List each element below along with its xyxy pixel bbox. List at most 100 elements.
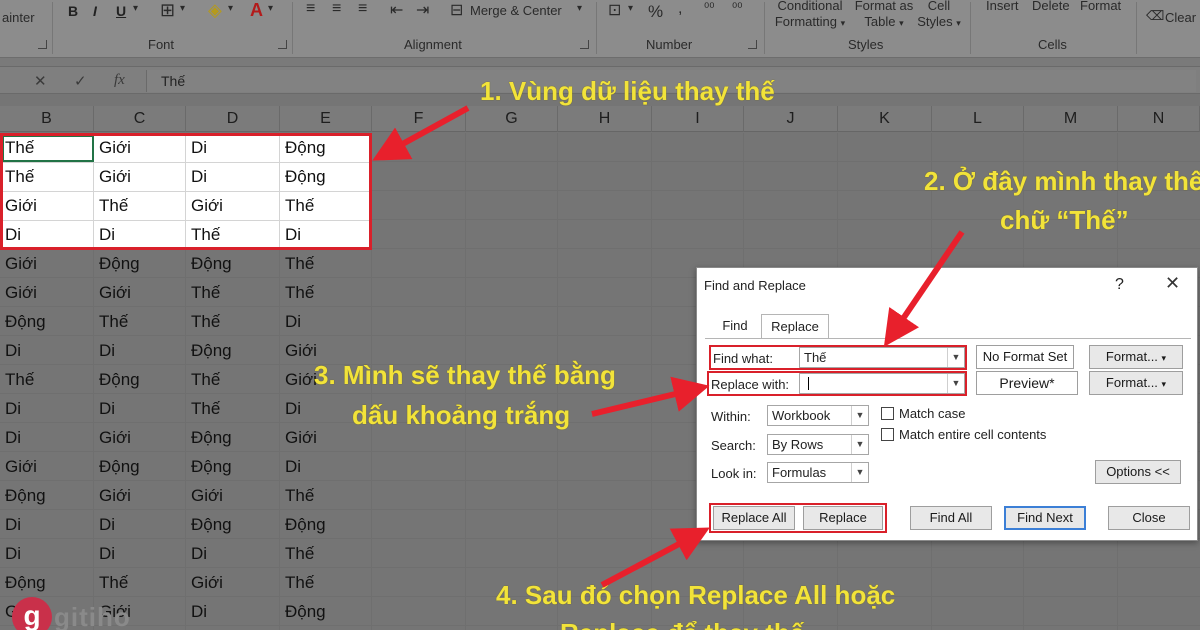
cell[interactable]: Giới xyxy=(186,481,280,510)
cell[interactable]: Di xyxy=(94,510,186,539)
column-header-b[interactable]: B xyxy=(0,106,94,132)
cell[interactable]: Thế xyxy=(280,481,372,510)
cell[interactable]: Di xyxy=(280,452,372,481)
find-all-button[interactable]: Find All xyxy=(910,506,992,530)
search-select[interactable]: By Rows ▼ xyxy=(767,434,869,455)
column-header-i[interactable]: I xyxy=(652,106,744,132)
close-icon[interactable]: ✕ xyxy=(1165,273,1180,294)
cell[interactable]: Động xyxy=(186,336,280,365)
decrease-decimal-icon[interactable]: ⁰⁰ xyxy=(732,0,742,16)
bold-button[interactable]: B xyxy=(68,3,78,19)
font-launcher-icon[interactable] xyxy=(278,40,287,49)
cell[interactable]: Động xyxy=(0,568,94,597)
fill-color-icon[interactable]: ◈ xyxy=(208,0,222,21)
align-center-icon[interactable]: ≡ xyxy=(332,0,341,18)
cell[interactable]: Thế xyxy=(94,568,186,597)
cell[interactable]: Động xyxy=(280,597,372,626)
cell[interactable]: Thế xyxy=(280,568,372,597)
cell[interactable]: Di xyxy=(0,423,94,452)
cell[interactable]: Thế xyxy=(280,249,372,278)
chevron-down-icon[interactable]: ▼ xyxy=(851,435,868,454)
cell[interactable]: Động xyxy=(0,307,94,336)
match-entire-checkbox[interactable] xyxy=(881,428,894,441)
cell[interactable]: Thế xyxy=(186,365,280,394)
column-header-n[interactable]: N xyxy=(1118,106,1200,132)
cell[interactable]: Giới xyxy=(94,278,186,307)
options-button[interactable]: Options << xyxy=(1095,460,1181,484)
decrease-indent-icon[interactable]: ⇤ xyxy=(390,0,403,20)
cell[interactable]: Động xyxy=(186,423,280,452)
chevron-down-icon[interactable]: ▼ xyxy=(851,406,868,425)
cell[interactable]: Giới xyxy=(0,452,94,481)
clipboard-launcher-icon[interactable] xyxy=(38,40,47,49)
cell[interactable]: Động xyxy=(280,510,372,539)
fill-dropdown-icon[interactable]: ▾ xyxy=(228,3,233,14)
cell[interactable]: Giới xyxy=(0,278,94,307)
accounting-dropdown-icon[interactable]: ▾ xyxy=(628,3,633,14)
column-header-c[interactable]: C xyxy=(94,106,186,132)
cell[interactable]: Thế xyxy=(186,278,280,307)
underline-dropdown-icon[interactable]: ▾ xyxy=(133,3,138,14)
format-cells-button[interactable]: Format xyxy=(1080,0,1121,13)
column-header-e[interactable]: E xyxy=(280,106,372,132)
cell[interactable]: Di xyxy=(186,539,280,568)
column-header-d[interactable]: D xyxy=(186,106,280,132)
column-header-m[interactable]: M xyxy=(1024,106,1118,132)
cell[interactable]: Thế xyxy=(186,307,280,336)
column-header-k[interactable]: K xyxy=(838,106,932,132)
tab-replace[interactable]: Replace xyxy=(761,314,829,339)
font-color-icon[interactable]: A xyxy=(250,0,263,21)
comma-style-icon[interactable]: , xyxy=(678,0,682,18)
cell[interactable]: Thế xyxy=(280,539,372,568)
borders-icon[interactable]: ⊞ xyxy=(160,0,175,21)
within-select[interactable]: Workbook ▼ xyxy=(767,405,869,426)
cell[interactable]: Di xyxy=(0,394,94,423)
chevron-down-icon[interactable]: ▼ xyxy=(851,463,868,482)
cell[interactable]: Di xyxy=(94,394,186,423)
conditional-formatting-button[interactable]: Conditional Formatting ▾ xyxy=(768,0,852,31)
preview-button[interactable]: Preview* xyxy=(976,371,1078,395)
close-button[interactable]: Close xyxy=(1108,506,1190,530)
cell[interactable]: Giới xyxy=(0,249,94,278)
column-header-l[interactable]: L xyxy=(932,106,1024,132)
column-header-f[interactable]: F xyxy=(372,106,466,132)
cell[interactable]: Thế xyxy=(94,307,186,336)
merge-icon[interactable]: ⊟ xyxy=(450,0,463,20)
cell[interactable]: Di xyxy=(94,336,186,365)
cell[interactable]: Động xyxy=(94,249,186,278)
number-launcher-icon[interactable] xyxy=(748,40,757,49)
align-left-icon[interactable]: ≡ xyxy=(306,0,315,18)
merge-dropdown-icon[interactable]: ▾ xyxy=(577,3,582,14)
cell[interactable]: Thế xyxy=(0,365,94,394)
delete-button[interactable]: Delete xyxy=(1032,0,1070,13)
cell[interactable]: Thế xyxy=(186,394,280,423)
cell[interactable]: Giới xyxy=(186,568,280,597)
cell[interactable]: Di xyxy=(0,336,94,365)
cell[interactable]: Di xyxy=(94,539,186,568)
cell-styles-button[interactable]: Cell Styles ▾ xyxy=(914,0,964,31)
find-next-button[interactable]: Find Next xyxy=(1004,506,1086,530)
cell[interactable]: Động xyxy=(94,452,186,481)
font-color-dropdown-icon[interactable]: ▾ xyxy=(268,3,273,14)
merge-center-button[interactable]: Merge & Center xyxy=(470,3,562,18)
borders-dropdown-icon[interactable]: ▾ xyxy=(180,3,185,14)
italic-button[interactable]: I xyxy=(93,3,97,19)
column-header-j[interactable]: J xyxy=(744,106,838,132)
column-header-h[interactable]: H xyxy=(558,106,652,132)
tab-find[interactable]: Find xyxy=(711,314,759,339)
insert-button[interactable]: Insert xyxy=(986,0,1019,13)
cell[interactable]: Động xyxy=(186,452,280,481)
cell[interactable]: Di xyxy=(0,510,94,539)
match-case-checkbox[interactable] xyxy=(881,407,894,420)
help-icon[interactable]: ? xyxy=(1115,276,1124,294)
insert-function-icon[interactable]: fx xyxy=(114,72,125,89)
cell[interactable]: Giới xyxy=(94,481,186,510)
format-find-button[interactable]: Format... ▾ xyxy=(1089,345,1183,369)
cancel-icon[interactable]: ✕ xyxy=(34,72,47,90)
no-format-set-button[interactable]: No Format Set xyxy=(976,345,1074,369)
cell[interactable]: Động xyxy=(0,481,94,510)
cell[interactable]: Di xyxy=(0,539,94,568)
cell[interactable]: Thế xyxy=(280,278,372,307)
look-in-select[interactable]: Formulas ▼ xyxy=(767,462,869,483)
increase-decimal-icon[interactable]: ⁰⁰ xyxy=(704,0,714,16)
